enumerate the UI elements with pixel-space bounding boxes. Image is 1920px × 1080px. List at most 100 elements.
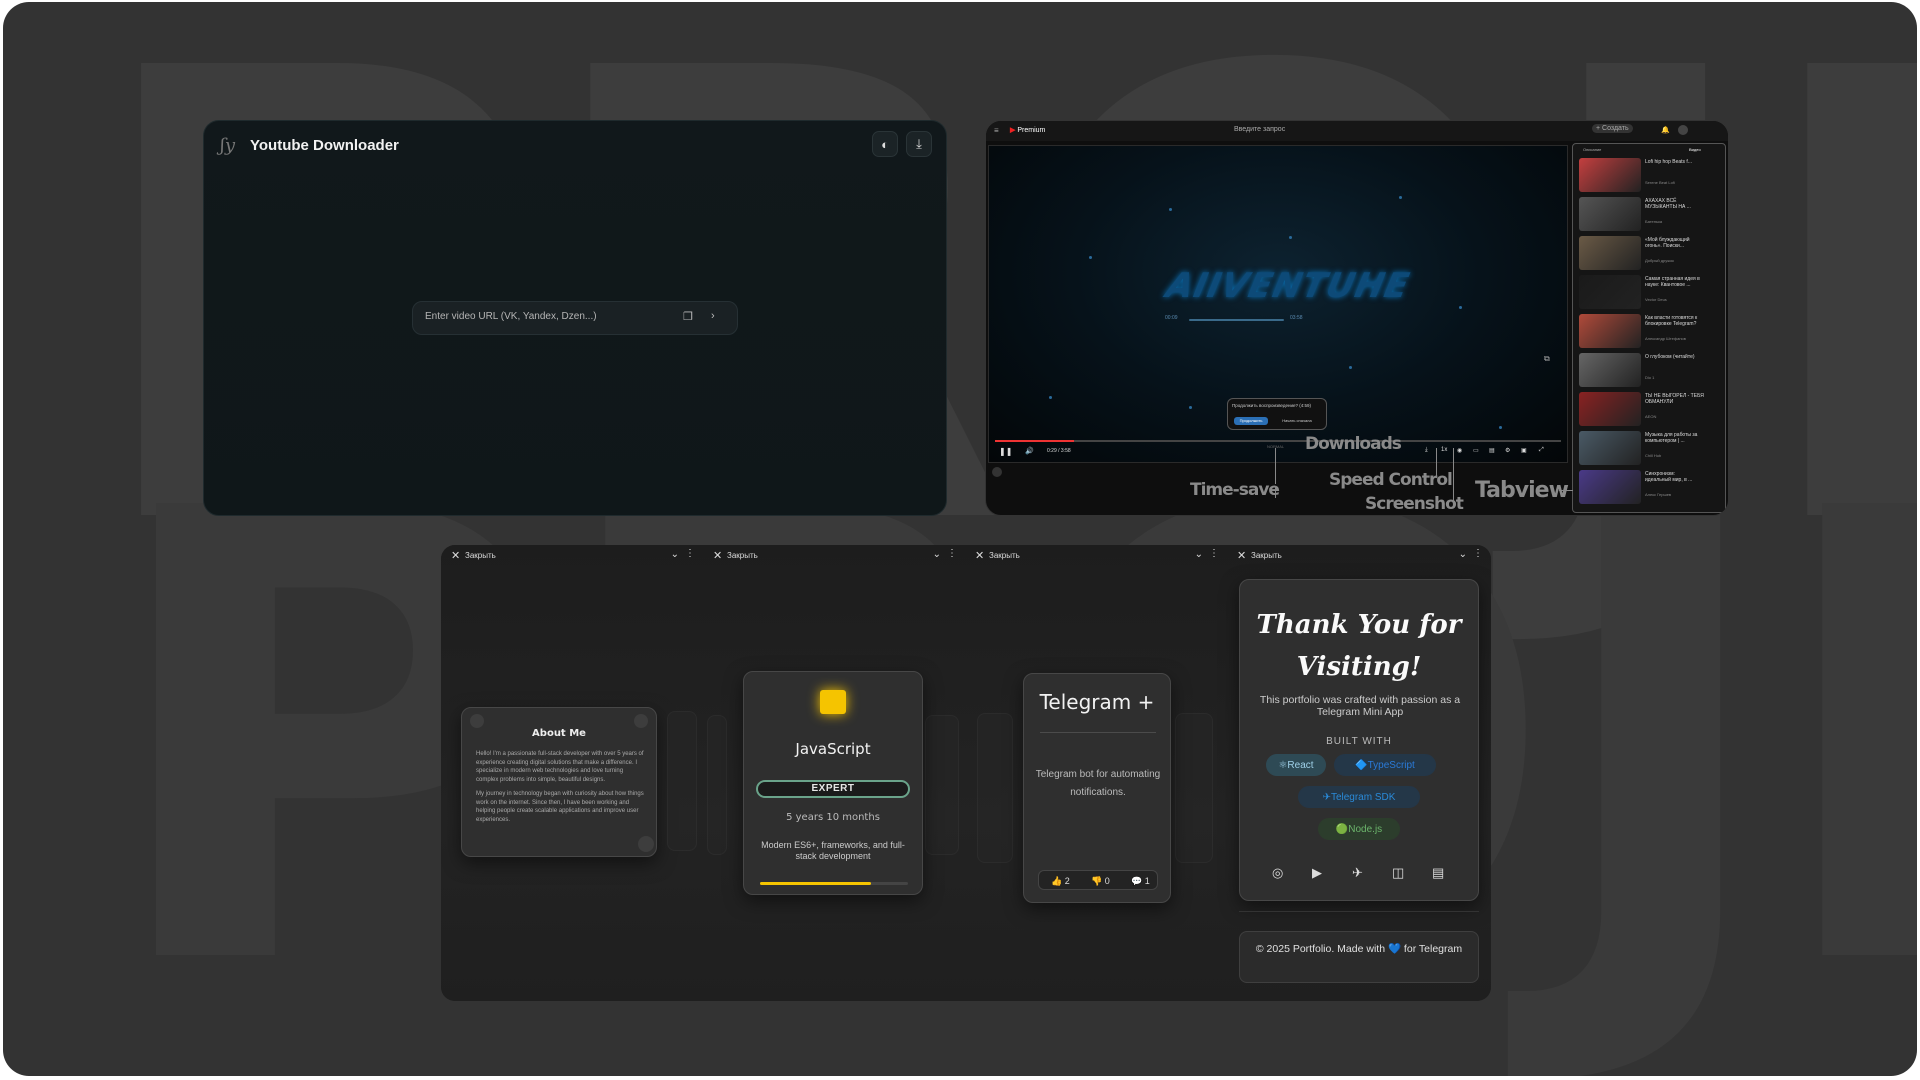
close-icon[interactable]: ✕ xyxy=(975,549,984,562)
video-thumbnail[interactable] xyxy=(1579,470,1641,504)
mini-time-end: 03:58 xyxy=(1290,315,1303,321)
more-icon[interactable]: ⋮ xyxy=(1209,548,1219,559)
chevron-down-icon[interactable]: ⌄ xyxy=(1195,549,1203,560)
chevron-down-icon[interactable]: ⌄ xyxy=(1459,549,1467,560)
download-icon[interactable]: ⤓ xyxy=(906,131,932,157)
toggle-icon[interactable]: ▭ xyxy=(1473,447,1479,454)
video-thumbnail[interactable] xyxy=(1579,236,1641,270)
video-channel: Батенька xyxy=(1645,219,1663,224)
create-button[interactable]: + Создать xyxy=(1592,124,1633,133)
url-input-box[interactable]: ❐ › xyxy=(412,301,738,335)
likes-count[interactable]: 👍 2 xyxy=(1051,876,1070,887)
video-title[interactable]: Синхронизм: идеальный мир, в ... xyxy=(1645,471,1715,483)
sidebar-video-item[interactable]: Самая странная идея в науке: Квантовое .… xyxy=(1579,275,1723,311)
sidebar-video-item[interactable]: О глубоком (читайте) Dio 1 xyxy=(1579,353,1723,389)
avatar[interactable] xyxy=(1678,125,1688,135)
close-icon[interactable]: ✕ xyxy=(1237,549,1246,562)
video-thumbnail[interactable] xyxy=(1579,353,1641,387)
video-title[interactable]: «Мой блуждающий огонь». Поиски... xyxy=(1645,237,1715,249)
sidebar-video-item[interactable]: АХАХАХ ВСЁ МУЗЫКАНТЫ НА ... Батенька xyxy=(1579,197,1723,233)
screen-skills: ✕ Закрыть ⌄ ⋮ JavaScript EXPERT 5 years … xyxy=(703,545,965,1001)
screenshot-overlay-icon[interactable]: ⧉ xyxy=(1544,354,1550,364)
youtube-icon[interactable]: ▶ xyxy=(1312,865,1322,881)
video-thumbnail[interactable] xyxy=(1579,275,1641,309)
sidebar-video-item[interactable]: Музыка для работы за компьютером | ... Ch… xyxy=(1579,431,1723,467)
player-controls: ❚❚ 🔊 0:29 / 3:58 ⤓ 1x ◉ ▭ ▤ ⚙ ▣ ⤢ xyxy=(989,440,1567,462)
video-title[interactable]: О глубоком (читайте) xyxy=(1645,354,1715,360)
miniapp-header: ✕ Закрыть ⌄ ⋮ xyxy=(965,545,1227,567)
video-title[interactable]: Самая странная идея в науке: Квантовое .… xyxy=(1645,276,1715,288)
progress-bar[interactable] xyxy=(995,440,1561,442)
camera-icon[interactable]: ◉ xyxy=(1457,447,1462,454)
progress-fill xyxy=(995,440,1075,442)
particle xyxy=(1459,306,1462,309)
sidebar-video-item[interactable]: ТЫ НЕ ВЫГОРЕЛ - ТЕБЯ ОБМАНУЛИ AEON xyxy=(1579,392,1723,428)
video-channel: Chill Hub xyxy=(1645,453,1662,458)
more-icon[interactable]: ⋮ xyxy=(1473,548,1483,559)
video-title[interactable]: ТЫ НЕ ВЫГОРЕЛ - ТЕБЯ ОБМАНУЛИ xyxy=(1645,393,1715,405)
close-icon[interactable]: ✕ xyxy=(713,549,722,562)
sidebar-video-item[interactable]: Как власти готовятся к блокировке Telegr… xyxy=(1579,314,1723,350)
divider xyxy=(1040,732,1156,733)
close-label[interactable]: Закрыть xyxy=(1251,551,1282,560)
skill-duration: 5 years 10 months xyxy=(786,812,880,823)
video-title[interactable]: Lofi hip hop Beats f... xyxy=(1645,159,1715,165)
close-label[interactable]: Закрыть xyxy=(989,551,1020,560)
video-thumbnail[interactable] xyxy=(1579,158,1641,192)
video-title[interactable]: АХАХАХ ВСЁ МУЗЫКАНТЫ НА ... xyxy=(1645,198,1715,210)
chevron-down-icon[interactable]: ⌄ xyxy=(671,549,679,560)
youtube-brand[interactable]: ▶ Premium xyxy=(1010,126,1045,134)
volume-icon[interactable]: 🔊 xyxy=(1025,447,1034,455)
tabview-icon[interactable]: ▣ xyxy=(1521,447,1527,454)
sidebar-video-item[interactable]: Lofi hip hop Beats f... Serene Beat Lofi xyxy=(1579,158,1723,194)
project-name: Telegram + xyxy=(1039,690,1155,714)
search-box[interactable]: Введите запрос xyxy=(1234,126,1285,133)
particle xyxy=(1399,196,1402,199)
particle xyxy=(1089,256,1092,259)
resume-icon[interactable]: ▤ xyxy=(1432,865,1444,881)
menu-icon[interactable]: ≡ xyxy=(994,126,999,135)
captions-icon[interactable]: ▤ xyxy=(1489,447,1495,454)
javascript-icon xyxy=(820,690,846,714)
continue-button[interactable]: Продолжить xyxy=(1234,417,1268,425)
bell-icon[interactable]: 🔔 xyxy=(1661,126,1670,134)
video-thumbnail[interactable] xyxy=(1579,314,1641,348)
more-icon[interactable]: ⋮ xyxy=(947,548,957,559)
chevron-right-icon[interactable]: › xyxy=(711,310,715,322)
settings-icon[interactable]: ⚙ xyxy=(1505,447,1510,454)
restart-button[interactable]: Начать сначала xyxy=(1274,417,1320,425)
telegram-icon[interactable]: ✈ xyxy=(1352,865,1363,881)
video-player[interactable]: AIIVENTUHE 00:09 03:58 ⧉ Продолжить восп… xyxy=(988,145,1568,463)
video-title[interactable]: Музыка для работы за компьютером | ... xyxy=(1645,432,1715,444)
dislikes-count[interactable]: 👎 0 xyxy=(1091,876,1110,887)
close-label[interactable]: Закрыть xyxy=(727,551,758,560)
sidebar-tab-description[interactable]: Описание xyxy=(1583,147,1601,152)
channel-avatar[interactable] xyxy=(992,467,1002,477)
close-label[interactable]: Закрыть xyxy=(465,551,496,560)
video-title[interactable]: Как власти готовятся к блокировке Telegr… xyxy=(1645,315,1715,327)
sidebar-video-item[interactable]: «Мой блуждающий огонь». Поиски... Добрый … xyxy=(1579,236,1723,272)
download-icon[interactable]: ⤓ xyxy=(1425,447,1428,454)
url-input[interactable] xyxy=(425,311,625,322)
sidebar-video-item[interactable]: Синхронизм: идеальный мир, в ... Алекс Ге… xyxy=(1579,470,1723,506)
theme-icon[interactable]: ◐ xyxy=(872,131,898,157)
video-thumbnail[interactable] xyxy=(1579,392,1641,426)
paste-icon[interactable]: ❐ xyxy=(683,310,693,323)
annotation-downloads: Downloads xyxy=(1305,434,1402,454)
close-icon[interactable]: ✕ xyxy=(451,549,460,562)
github-icon[interactable]: ◎ xyxy=(1272,865,1283,881)
comments-count[interactable]: 💬 1 xyxy=(1131,876,1150,887)
more-icon[interactable]: ⋮ xyxy=(685,548,695,559)
sidebar-tab-videos[interactable]: Видео xyxy=(1689,147,1701,152)
video-thumbnail[interactable] xyxy=(1579,197,1641,231)
instagram-icon[interactable]: ◫ xyxy=(1392,865,1404,881)
pause-icon[interactable]: ❚❚ xyxy=(999,447,1012,456)
fullscreen-icon[interactable]: ⤢ xyxy=(1539,447,1544,454)
project-card[interactable]: Telegram + Telegram bot for automating n… xyxy=(1023,673,1171,903)
video-thumbnail[interactable] xyxy=(1579,431,1641,465)
skill-card[interactable]: JavaScript EXPERT 5 years 10 months Mode… xyxy=(743,671,923,895)
miniapp-header: ✕ Закрыть ⌄ ⋮ xyxy=(703,545,965,567)
chevron-down-icon[interactable]: ⌄ xyxy=(933,549,941,560)
speed-icon[interactable]: 1x xyxy=(1441,447,1447,453)
annotation-speed-control: Speed Control xyxy=(1329,470,1453,490)
